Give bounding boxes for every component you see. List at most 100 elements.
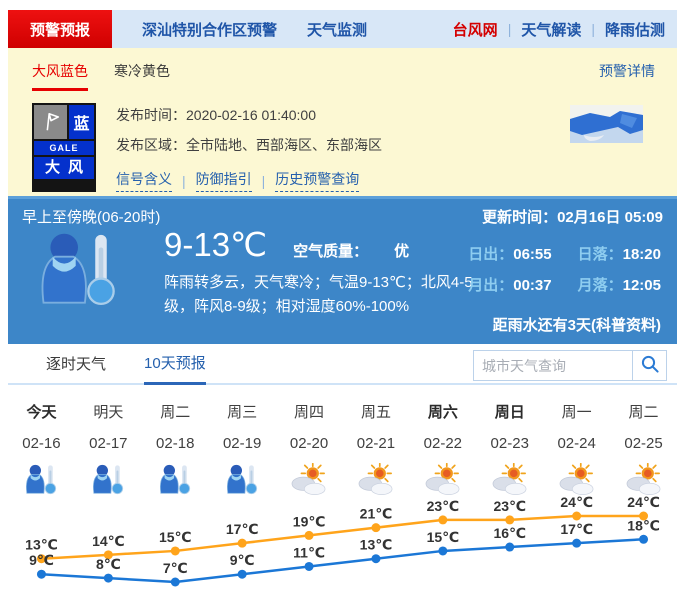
day-column[interactable]: 周二02-25 xyxy=(610,401,677,498)
rain-countdown-note[interactable]: 距雨水还有3天(科普资料) xyxy=(493,314,661,335)
day-weather-icon xyxy=(409,462,476,498)
chart-label: 17℃ xyxy=(560,521,593,537)
day-column[interactable]: 周四 02-20 xyxy=(276,401,343,498)
chart-point xyxy=(572,539,581,548)
cold-weather-icon xyxy=(156,463,194,497)
chart-point xyxy=(371,554,380,563)
chart-point xyxy=(371,523,380,532)
chart-point xyxy=(505,543,514,552)
day-column[interactable]: 周一02-24 xyxy=(543,401,610,498)
day-weather-icon xyxy=(543,462,610,498)
weather-description: 阵雨转多云，天气寒冷；气温9-13℃；北风4-5级，阵风8-9级；相对湿度60%… xyxy=(164,271,494,319)
chart-label: 13℃ xyxy=(360,537,393,553)
chart-label: 21℃ xyxy=(360,506,393,522)
day-column[interactable]: 周三02-19 xyxy=(209,401,276,498)
day-column[interactable]: 周五02-21 xyxy=(343,401,410,498)
day-weather-icon xyxy=(8,462,75,498)
sun-moon-item: 月落：12:05 xyxy=(578,274,661,295)
day-name: 明天 xyxy=(75,401,142,422)
city-weather-search xyxy=(473,350,667,381)
current-weather-main: 9-13℃ 空气质量： 优 阵雨转多云，天气寒冷；气温9-13℃；北风4-5级，… xyxy=(164,225,494,319)
chart-point xyxy=(305,531,314,540)
sun-moon-item: 日落：18:20 xyxy=(578,243,661,264)
nav-link[interactable]: 降雨估测 xyxy=(605,19,665,40)
chart-label: 24℃ xyxy=(560,495,593,510)
partly-cloudy-icon xyxy=(290,463,328,497)
nav-item[interactable]: 天气监测 xyxy=(307,19,367,40)
chart-point xyxy=(238,570,247,579)
weather-page: 预警预报 深汕特别合作区预警 天气监测 台风网 | 天气解读 | 降雨估测 大风蓝色 寒冷… xyxy=(0,0,685,601)
search-button[interactable] xyxy=(632,351,666,380)
day-date: 02-22 xyxy=(409,435,476,452)
nav-link[interactable]: 天气解读 xyxy=(521,19,581,40)
chart-label: 15℃ xyxy=(159,529,192,545)
day-date: 02-17 xyxy=(75,435,142,452)
temperature-range: 9-13℃ xyxy=(164,225,267,264)
warning-link[interactable]: 防御指引 xyxy=(196,169,252,192)
day-date: 02-18 xyxy=(142,435,209,452)
nav-link[interactable]: 台风网 xyxy=(453,19,498,40)
chart-label: 17℃ xyxy=(226,521,259,537)
day-weather-icon xyxy=(476,462,543,498)
warning-link[interactable]: 信号含义 xyxy=(116,169,172,192)
chart-line-high xyxy=(41,516,643,559)
chart-label: 11℃ xyxy=(293,544,325,560)
warning-link[interactable]: 历史预警查询 xyxy=(275,169,359,192)
chart-label: 7℃ xyxy=(163,560,188,576)
day-name: 周五 xyxy=(343,401,410,422)
tab-10day-forecast[interactable]: 10天预报 xyxy=(144,352,206,385)
day-column[interactable]: 明天 02-17 xyxy=(75,401,142,498)
day-column[interactable]: 周六02-22 xyxy=(409,401,476,498)
warning-detail-link[interactable]: 预警详情 xyxy=(599,61,655,81)
chart-point xyxy=(505,515,514,524)
chart-line-low xyxy=(41,539,643,582)
warning-type-label: 大风 xyxy=(34,157,94,179)
update-time: 更新时间：02月16日 05:09 xyxy=(482,206,663,227)
partly-cloudy-icon xyxy=(625,463,663,497)
nav-tab-warning-forecast[interactable]: 预警预报 xyxy=(8,10,112,48)
day-column[interactable]: 今天02-16 xyxy=(8,401,75,498)
warning-links: 信号含义|防御指引|历史预警查询 xyxy=(116,169,382,192)
day-name: 周二 xyxy=(142,401,209,422)
day-weather-icon xyxy=(75,462,142,498)
day-name: 周一 xyxy=(543,401,610,422)
partly-cloudy-icon xyxy=(424,463,462,497)
chart-label: 16℃ xyxy=(493,525,526,541)
publish-area-label: 发布区域： xyxy=(116,137,186,153)
day-column[interactable]: 周日02-23 xyxy=(476,401,543,498)
chart-point xyxy=(438,546,447,555)
chart-label: 13℃ xyxy=(25,537,58,553)
day-date: 02-20 xyxy=(276,435,343,452)
chart-point xyxy=(171,578,180,587)
chart-label: 9℃ xyxy=(230,552,255,568)
day-column[interactable]: 周二 02-18 xyxy=(142,401,209,498)
separator: | xyxy=(262,173,266,189)
day-name: 周四 xyxy=(276,401,343,422)
chart-point xyxy=(104,574,113,583)
day-weather-icon xyxy=(343,462,410,498)
sun-moon-item: 月出：00:37 xyxy=(468,274,551,295)
tab-hourly-weather[interactable]: 逐时天气 xyxy=(46,353,106,383)
forecast-days: 今天02-16 明天 02-17 周二 02-18 周三02-19 周四 02-20 xyxy=(8,401,677,498)
chart-point xyxy=(438,515,447,524)
cold-weather-icon xyxy=(22,463,60,497)
current-weather-icon xyxy=(32,229,124,317)
cold-weather-icon xyxy=(223,463,261,497)
chart-label: 14℃ xyxy=(92,533,125,549)
chart-point xyxy=(238,539,247,548)
chart-label: 9℃ xyxy=(29,552,54,568)
separator: | xyxy=(591,21,595,37)
search-input[interactable] xyxy=(474,351,632,380)
top-nav: 预警预报 深汕特别合作区预警天气监测 台风网|天气解读|降雨估测 xyxy=(8,10,677,48)
chart-point xyxy=(171,546,180,555)
cold-weather-icon xyxy=(89,463,127,497)
chart-label: 8℃ xyxy=(96,556,121,572)
day-weather-icon xyxy=(142,462,209,498)
nav-item[interactable]: 深汕特别合作区预警 xyxy=(142,19,277,40)
chart-point xyxy=(572,512,581,521)
warning-tab-cold-yellow[interactable]: 寒冷黄色 xyxy=(114,61,170,81)
day-date: 02-19 xyxy=(209,435,276,452)
warning-section: 大风蓝色 寒冷黄色 预警详情 蓝 GALE 大风 xyxy=(8,48,677,196)
chart-point xyxy=(639,535,648,544)
warning-tab-gale-blue[interactable]: 大风蓝色 xyxy=(32,61,88,91)
